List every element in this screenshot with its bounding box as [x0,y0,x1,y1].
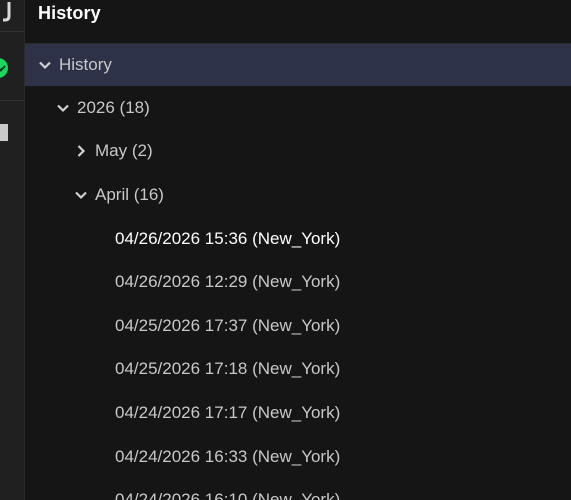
chevron-down-icon [37,57,53,73]
chevron-down-icon [55,100,71,116]
activity-rail [0,0,25,500]
tree-node-month-may[interactable]: May (2) [25,130,571,174]
tree-node-label: May (2) [95,141,153,161]
rail-divider [0,100,24,101]
history-entry-label: 04/24/2026 16:33 (New_York) [115,446,341,466]
history-tree: History 2026 (18) May (2) April (16) 04/… [25,44,571,500]
rail-top-icon[interactable] [3,2,13,22]
history-entry[interactable]: 04/24/2026 16:33 (New_York) [25,435,571,479]
history-entry-label: 04/26/2026 12:29 (New_York) [115,272,341,292]
history-entry[interactable]: 04/25/2026 17:37 (New_York) [25,304,571,348]
panel-title: History [38,3,101,23]
history-entry-label: 04/24/2026 16:10 (New_York) [115,490,341,500]
rail-square-icon[interactable] [0,124,8,141]
chevron-down-icon [73,187,89,203]
history-entry[interactable]: 04/24/2026 17:17 (New_York) [25,391,571,435]
history-entry-label: 04/24/2026 17:17 (New_York) [115,402,341,422]
tree-node-year[interactable]: 2026 (18) [25,86,571,130]
history-entry-label: 04/26/2026 15:36 (New_York) [115,228,341,248]
status-check-icon[interactable] [0,58,8,78]
history-entry-label: 04/25/2026 17:37 (New_York) [115,315,341,335]
history-entry[interactable]: 04/24/2026 16:10 (New_York) [25,478,571,500]
history-entry[interactable]: 04/25/2026 17:18 (New_York) [25,348,571,392]
panel-header: History [25,0,571,44]
history-app: History History 2026 (18) May (2) April … [0,0,571,500]
history-panel: History History 2026 (18) May (2) April … [25,0,571,500]
history-entry[interactable]: 04/26/2026 15:36 (New_York) [25,217,571,261]
history-entry[interactable]: 04/26/2026 12:29 (New_York) [25,260,571,304]
tree-node-label: April (16) [95,184,164,204]
rail-divider [0,31,24,32]
tree-node-month-april[interactable]: April (16) [25,173,571,217]
tree-node-label: 2026 (18) [77,97,150,117]
history-entry-label: 04/25/2026 17:18 (New_York) [115,359,341,379]
tree-node-label: History [59,55,112,74]
chevron-right-icon [73,143,89,159]
tree-node-history[interactable]: History [25,44,571,86]
